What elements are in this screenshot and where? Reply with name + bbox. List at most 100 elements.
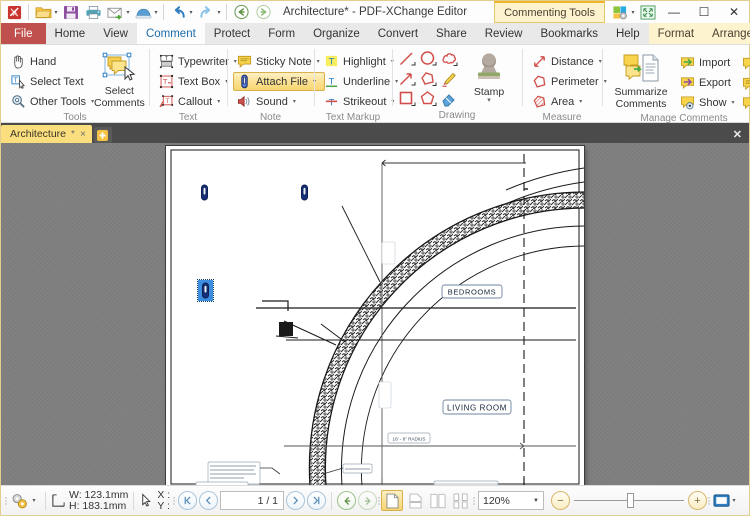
first-page-button[interactable] <box>178 491 197 510</box>
tab-home[interactable]: Home <box>46 23 95 44</box>
tool-underline[interactable]: T Underline ▾ <box>320 72 403 91</box>
select-comments-icon <box>101 51 137 85</box>
pdf-xchange-logo-icon[interactable]: P <box>3 2 25 22</box>
tool-pentagon[interactable] <box>419 90 439 109</box>
page-number-input[interactable]: 1 / 1 <box>220 491 284 510</box>
tab-help[interactable]: Help <box>607 23 649 44</box>
chevron-down-icon[interactable]: ▾ <box>487 97 491 104</box>
zoom-out-button[interactable]: − <box>551 491 570 510</box>
document-modified-marker: * <box>71 128 75 140</box>
minimize-button[interactable]: — <box>659 1 689 23</box>
comment-settings-button[interactable] <box>742 93 750 112</box>
back-icon[interactable] <box>230 2 252 22</box>
pdf-xchange-editor-window: P ▾ ▾ ▾ ▾ ▾ Architecture* - PDF-XChange … <box>0 0 750 516</box>
tab-comment[interactable]: Comment <box>136 23 205 44</box>
tool-eraser[interactable] <box>440 90 460 109</box>
zoom-slider[interactable] <box>574 491 684 510</box>
tool-attach-file[interactable]: Attach File ▾ <box>233 72 325 91</box>
fullscreen-icon[interactable] <box>637 2 659 22</box>
redo-icon[interactable] <box>195 2 217 22</box>
undo-icon[interactable] <box>167 2 189 22</box>
tool-polygon[interactable] <box>419 70 439 89</box>
tool-sticky-note[interactable]: Sticky Note ▾ <box>233 52 325 71</box>
options-icon[interactable] <box>609 2 631 22</box>
tool-highlight[interactable]: T Highlight ▾ <box>320 52 403 71</box>
back-view-button[interactable] <box>337 491 356 510</box>
page-size-icon <box>52 494 65 507</box>
forward-icon[interactable] <box>252 2 274 22</box>
print-icon[interactable] <box>82 2 104 22</box>
document-properties-button[interactable]: ▾ <box>8 492 40 510</box>
tab-share[interactable]: Share <box>427 23 476 44</box>
chevron-down-icon[interactable]: ▾ <box>730 497 738 504</box>
close-document-button[interactable]: ✕ <box>733 128 749 143</box>
document-tab-close-icon[interactable]: × <box>80 129 86 140</box>
tab-form[interactable]: Form <box>259 23 304 44</box>
tool-select-text[interactable]: T Select Text <box>7 72 91 91</box>
single-page-mode-button[interactable] <box>381 490 403 511</box>
continuous-mode-button[interactable] <box>404 490 426 511</box>
next-page-button[interactable] <box>286 491 305 510</box>
tool-perimeter[interactable]: Perimeter ▾ <box>528 72 612 91</box>
document-tab-architecture[interactable]: Architecture * × <box>1 125 92 143</box>
tool-cloud[interactable] <box>440 50 460 69</box>
zoom-in-button[interactable]: + <box>688 491 707 510</box>
tool-area[interactable]: Area ▾ <box>528 92 612 111</box>
tab-protect[interactable]: Protect <box>205 23 259 44</box>
attachment-annotation-3-selected[interactable] <box>197 279 214 302</box>
prev-page-button[interactable] <box>199 491 218 510</box>
close-button[interactable]: ✕ <box>719 1 749 23</box>
two-page-continuous-mode-button[interactable] <box>450 490 472 511</box>
tab-review[interactable]: Review <box>476 23 532 44</box>
continuous-mode-icon <box>408 493 422 508</box>
sticky-note-icon <box>236 54 252 70</box>
tab-convert[interactable]: Convert <box>369 23 427 44</box>
two-page-mode-button[interactable] <box>427 490 449 511</box>
chevron-down-icon[interactable]: ▼ <box>533 498 539 504</box>
email-icon[interactable] <box>104 2 126 22</box>
tool-arrow[interactable] <box>398 70 418 89</box>
pdf-page[interactable]: BEDROOMS LIVING ROOM 16' - 8" RADIUS <box>166 146 584 485</box>
loupe-button[interactable]: ▾ <box>713 493 738 508</box>
tool-hand[interactable]: Hand <box>7 52 91 71</box>
comment-button[interactable] <box>742 73 750 92</box>
show-comments-button[interactable]: Show ▾ <box>676 93 740 112</box>
import-comments-button[interactable]: Import <box>676 53 740 72</box>
tab-file[interactable]: File <box>1 23 46 44</box>
maximize-button[interactable]: ☐ <box>689 1 719 23</box>
tool-pencil[interactable] <box>440 70 460 89</box>
two-page-mode-icon <box>430 493 446 508</box>
tab-format[interactable]: Format <box>649 23 703 44</box>
save-icon[interactable] <box>60 2 82 22</box>
options-dropdown-caret-icon[interactable]: ▾ <box>629 9 637 16</box>
attachment-annotation-2[interactable] <box>299 184 310 201</box>
tool-strikeout[interactable]: T Strikeout ▾ <box>320 92 403 111</box>
tab-bookmarks[interactable]: Bookmarks <box>531 23 607 44</box>
last-page-icon <box>313 496 320 505</box>
tool-perimeter-label: Perimeter <box>551 75 599 88</box>
summarize-comments-button[interactable]: Summarize Comments <box>608 50 674 110</box>
tool-rectangle[interactable] <box>398 90 418 109</box>
new-tab-button[interactable] <box>93 127 112 143</box>
forward-view-button[interactable] <box>358 491 377 510</box>
tool-other-tools[interactable]: Other Tools ▾ <box>7 92 94 111</box>
tool-distance[interactable]: Distance ▾ <box>528 52 612 71</box>
select-comments-button[interactable]: Select Comments <box>94 49 145 109</box>
tab-arrange[interactable]: Arrange <box>703 23 750 44</box>
tool-sound[interactable]: Sound ▾ <box>233 92 325 111</box>
scan-icon[interactable] <box>132 2 154 22</box>
document-view[interactable]: BEDROOMS LIVING ROOM 16' - 8" RADIUS <box>1 143 749 485</box>
flag-comment-button[interactable] <box>742 53 750 72</box>
tool-ellipse[interactable] <box>419 50 439 69</box>
tab-organize[interactable]: Organize <box>304 23 369 44</box>
export-comments-button[interactable]: Export <box>676 73 740 92</box>
stamp-button[interactable]: Stamp ▾ <box>461 50 517 104</box>
last-page-button[interactable] <box>307 491 326 510</box>
open-icon[interactable] <box>32 2 54 22</box>
zoom-level-combobox[interactable]: 120% ▼ <box>478 491 544 510</box>
zoom-slider-knob[interactable] <box>626 493 634 508</box>
tool-line[interactable] <box>398 50 418 69</box>
attachment-annotation-1[interactable] <box>199 184 210 201</box>
chevron-down-icon[interactable]: ▾ <box>30 497 38 504</box>
tab-view[interactable]: View <box>94 23 137 44</box>
